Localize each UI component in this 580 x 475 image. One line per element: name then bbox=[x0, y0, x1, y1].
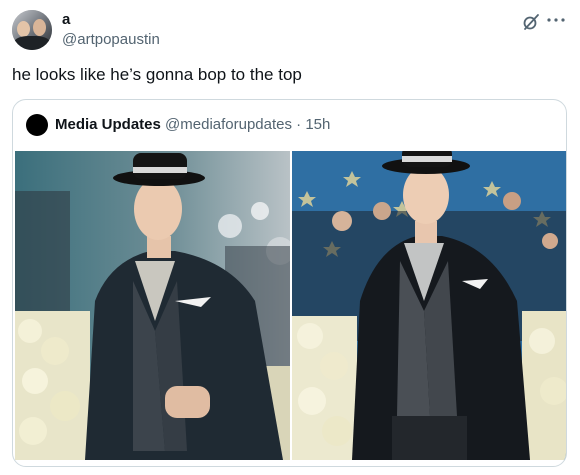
media-photo-2[interactable] bbox=[292, 151, 566, 460]
quoted-tweet[interactable]: Media Updates @mediaforupdates · 15h bbox=[12, 99, 567, 467]
quoted-author-name[interactable]: Media Updates bbox=[55, 116, 161, 133]
separator-dot: · bbox=[296, 116, 302, 133]
grok-icon[interactable] bbox=[522, 13, 540, 31]
quoted-tweet-time[interactable]: 15h bbox=[305, 116, 330, 133]
author-avatar[interactable] bbox=[12, 10, 52, 50]
more-options-icon[interactable] bbox=[545, 12, 567, 28]
tweet: a @artpopaustin he looks like he’s gonna… bbox=[0, 0, 580, 475]
author-display-name[interactable]: a bbox=[62, 10, 70, 30]
quoted-tweet-header: Media Updates @mediaforupdates · 15h bbox=[55, 115, 330, 135]
author-handle[interactable]: @artpopaustin bbox=[62, 30, 160, 50]
media-photo-1[interactable] bbox=[15, 151, 290, 460]
quoted-author-avatar[interactable] bbox=[26, 114, 48, 136]
quoted-author-handle[interactable]: @mediaforupdates bbox=[165, 116, 292, 133]
tweet-text: he looks like he’s gonna bop to the top bbox=[12, 65, 302, 84]
